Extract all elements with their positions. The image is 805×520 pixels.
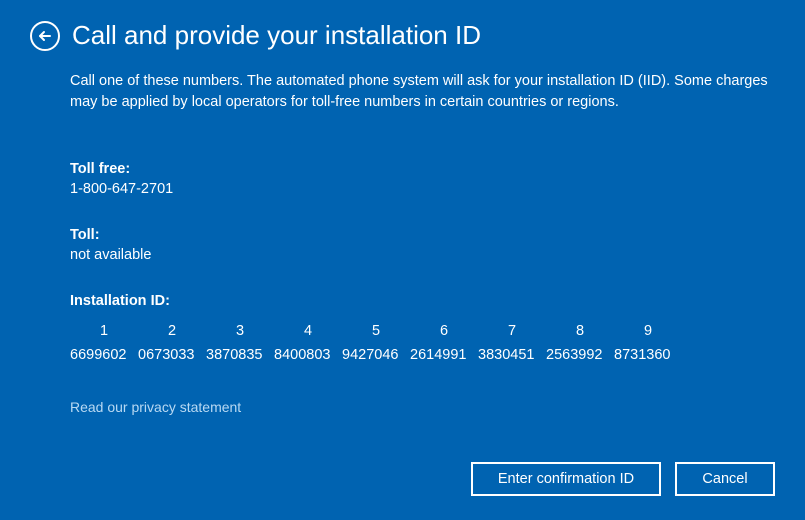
iid-header-cell: 8	[546, 319, 614, 343]
iid-value-cell: 8400803	[274, 343, 342, 367]
installation-id-table: 1 2 3 4 5 6 7 8 9 6699602 0673033 387083…	[70, 319, 775, 367]
installation-id-label: Installation ID:	[70, 293, 775, 309]
back-arrow-icon	[37, 28, 53, 44]
iid-value-cell: 2563992	[546, 343, 614, 367]
iid-header-cell: 2	[138, 319, 206, 343]
iid-header-cell: 7	[478, 319, 546, 343]
iid-value-cell: 3870835	[206, 343, 274, 367]
iid-header-cell: 3	[206, 319, 274, 343]
iid-value-cell: 2614991	[410, 343, 478, 367]
toll-section: Toll: not available	[70, 227, 775, 263]
iid-header-cell: 5	[342, 319, 410, 343]
iid-value-cell: 9427046	[342, 343, 410, 367]
privacy-statement-link[interactable]: Read our privacy statement	[70, 399, 775, 415]
toll-value: not available	[70, 247, 775, 263]
toll-free-section: Toll free: 1-800-647-2701	[70, 161, 775, 197]
installation-id-value-row: 6699602 0673033 3870835 8400803 9427046 …	[70, 343, 775, 367]
iid-value-cell: 0673033	[138, 343, 206, 367]
iid-value-cell: 6699602	[70, 343, 138, 367]
footer-buttons: Enter confirmation ID Cancel	[471, 462, 775, 496]
page-title: Call and provide your installation ID	[72, 20, 481, 51]
header: Call and provide your installation ID	[0, 0, 805, 61]
iid-header-cell: 4	[274, 319, 342, 343]
description-text: Call one of these numbers. The automated…	[70, 71, 775, 113]
back-button[interactable]	[30, 21, 60, 51]
toll-free-value: 1-800-647-2701	[70, 181, 775, 197]
toll-label: Toll:	[70, 227, 775, 243]
iid-value-cell: 8731360	[614, 343, 682, 367]
installation-id-header-row: 1 2 3 4 5 6 7 8 9	[70, 319, 775, 343]
installation-id-section: Installation ID: 1 2 3 4 5 6 7 8 9 66996…	[70, 293, 775, 367]
iid-value-cell: 3830451	[478, 343, 546, 367]
cancel-button[interactable]: Cancel	[675, 462, 775, 496]
enter-confirmation-id-button[interactable]: Enter confirmation ID	[471, 462, 661, 496]
iid-header-cell: 6	[410, 319, 478, 343]
content-area: Call one of these numbers. The automated…	[0, 61, 805, 415]
toll-free-label: Toll free:	[70, 161, 775, 177]
iid-header-cell: 9	[614, 319, 682, 343]
iid-header-cell: 1	[70, 319, 138, 343]
